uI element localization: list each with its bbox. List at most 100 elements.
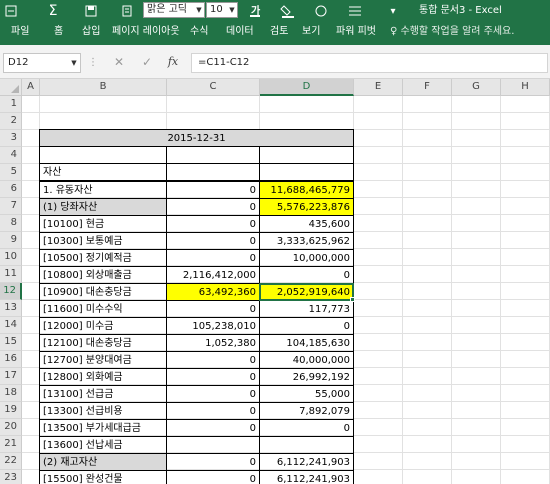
account-label-cell[interactable]: [10500] 정기예적금 [39,249,167,267]
row-header-15[interactable]: 15 [0,334,22,351]
row-header-20[interactable]: 20 [0,419,22,436]
amount-c-cell[interactable]: 0 [166,300,260,318]
cancel-icon[interactable]: ✕ [112,55,126,69]
tab-home[interactable]: 홈 [54,22,63,42]
fill-handle[interactable] [350,297,355,302]
tab-formulas[interactable]: 수식 [190,22,208,42]
select-all-corner[interactable] [0,79,22,96]
chevron-down-icon[interactable]: ▼ [227,3,237,17]
account-label-cell[interactable]: [11600] 미수수익 [39,300,167,318]
account-label-cell[interactable]: [13500] 부가세대급금 [39,419,167,437]
amount-d-cell[interactable]: 6,112,241,903 [259,453,354,471]
amount-d-cell[interactable]: 0 [259,317,354,335]
amount-d-cell[interactable]: 435,600 [259,215,354,233]
row-header-6[interactable]: 6 [0,181,22,198]
amount-c-cell[interactable]: 0 [166,453,260,471]
amount-c-cell[interactable]: 0 [166,419,260,437]
account-label-cell[interactable]: [10800] 외상매출금 [39,266,167,284]
amount-c-cell[interactable]: 0 [166,249,260,267]
column-header-a[interactable]: A [22,79,40,96]
tab-file[interactable]: 파일 [11,22,29,42]
chevron-down-icon[interactable]: ▼ [69,56,79,70]
account-label-cell[interactable]: [13600] 선납세금 [39,436,167,454]
name-box[interactable]: D12 ▼ [3,53,81,73]
customize-toolbar-icon[interactable]: ▾ [384,2,402,20]
tab-review[interactable]: 검토 [270,22,288,42]
account-label-cell[interactable]: [10300] 보통예금 [39,232,167,250]
account-label-cell[interactable]: [12100] 대손충당금 [39,334,167,352]
fill-color-icon[interactable] [279,2,297,20]
autosum-icon[interactable] [2,2,20,20]
amount-d-cell[interactable]: 104,185,630 [259,334,354,352]
table-cell[interactable] [259,146,354,164]
worksheet-grid[interactable]: A B C D E F G H 1 2 3 4 5 6 7 8 9 10 11 12 13 14 15 16 1… [0,79,550,484]
amount-c-cell[interactable]: 0 [166,402,260,420]
row-header-5[interactable]: 5 [0,164,22,181]
table-cell[interactable] [166,163,260,181]
account-label-cell[interactable]: [10100] 현금 [39,215,167,233]
amount-c-cell[interactable]: 0 [166,385,260,403]
column-header-f[interactable]: F [403,79,452,96]
amount-d-cell[interactable]: 3,333,625,962 [259,232,354,250]
tab-view[interactable]: 보기 [302,22,320,42]
amount-c-cell[interactable]: 0 [166,470,260,484]
preview-icon[interactable] [118,2,136,20]
amount-c-cell[interactable]: 63,492,360 [166,283,260,301]
amount-c-cell[interactable]: 0 [166,198,260,216]
row-header-8[interactable]: 8 [0,215,22,232]
row-header-23[interactable]: 23 [0,470,22,484]
amount-c-cell[interactable]: 105,238,010 [166,317,260,335]
amount-c-cell[interactable]: 1,052,380 [166,334,260,352]
amount-c-cell[interactable]: 0 [166,351,260,369]
table-cell[interactable] [259,163,354,181]
account-label-cell[interactable]: [12000] 미수금 [39,317,167,335]
amount-d-cell[interactable]: 2,052,919,640 [259,283,354,301]
account-label-cell[interactable]: [10900] 대손충당금 [39,283,167,301]
column-header-d[interactable]: D [260,79,354,96]
row-header-7[interactable]: 7 [0,198,22,215]
font-color-icon[interactable]: 가 [246,2,264,20]
amount-d-cell[interactable]: 11,688,465,779 [259,181,354,199]
column-header-b[interactable]: B [40,79,167,96]
tell-me-box[interactable]: ♀ 수행할 작업을 알려 주세요. [390,22,514,42]
tab-data[interactable]: 데이터 [226,22,254,42]
account-label-cell[interactable]: [12700] 분양대여금 [39,351,167,369]
amount-c-cell[interactable] [166,436,260,454]
row-header-12[interactable]: 12 [0,283,22,300]
insert-function-icon[interactable]: fx [166,55,180,69]
sigma-icon[interactable]: Σ [44,2,62,20]
amount-d-cell[interactable]: 0 [259,419,354,437]
date-header-cell[interactable]: 2015-12-31 [39,129,354,147]
tab-page-layout[interactable]: 페이지 레이아웃 [112,22,180,42]
amount-d-cell[interactable]: 6,112,241,903 [259,470,354,484]
row-header-11[interactable]: 11 [0,266,22,283]
account-label-cell[interactable]: 1. 유동자산 [39,181,167,199]
row-header-3[interactable]: 3 [0,130,22,147]
row-header-17[interactable]: 17 [0,368,22,385]
amount-d-cell[interactable]: 117,773 [259,300,354,318]
formula-input[interactable]: =C11-C12 [191,53,548,73]
chevron-down-icon[interactable]: ▼ [194,3,204,17]
amount-d-cell[interactable] [259,436,354,454]
row-header-14[interactable]: 14 [0,317,22,334]
row-header-16[interactable]: 16 [0,351,22,368]
row-header-1[interactable]: 1 [0,96,22,113]
font-size-box[interactable]: 10 ▼ [206,2,238,18]
amount-d-cell[interactable]: 26,992,192 [259,368,354,386]
account-label-cell[interactable]: [12800] 외화예금 [39,368,167,386]
account-label-cell[interactable]: [13300] 선급비용 [39,402,167,420]
row-header-22[interactable]: 22 [0,453,22,470]
row-header-4[interactable]: 4 [0,147,22,164]
amount-d-cell[interactable]: 7,892,079 [259,402,354,420]
splitter-handle[interactable]: ⋮ [88,57,98,68]
column-header-h[interactable]: H [501,79,550,96]
shape-icon[interactable] [312,2,330,20]
table-cell[interactable] [39,146,167,164]
account-label-cell[interactable]: (2) 재고자산 [39,453,167,471]
column-header-e[interactable]: E [354,79,403,96]
amount-c-cell[interactable]: 0 [166,181,260,199]
column-header-g[interactable]: G [452,79,501,96]
amount-d-cell[interactable]: 10,000,000 [259,249,354,267]
amount-d-cell[interactable]: 5,576,223,876 [259,198,354,216]
row-header-18[interactable]: 18 [0,385,22,402]
